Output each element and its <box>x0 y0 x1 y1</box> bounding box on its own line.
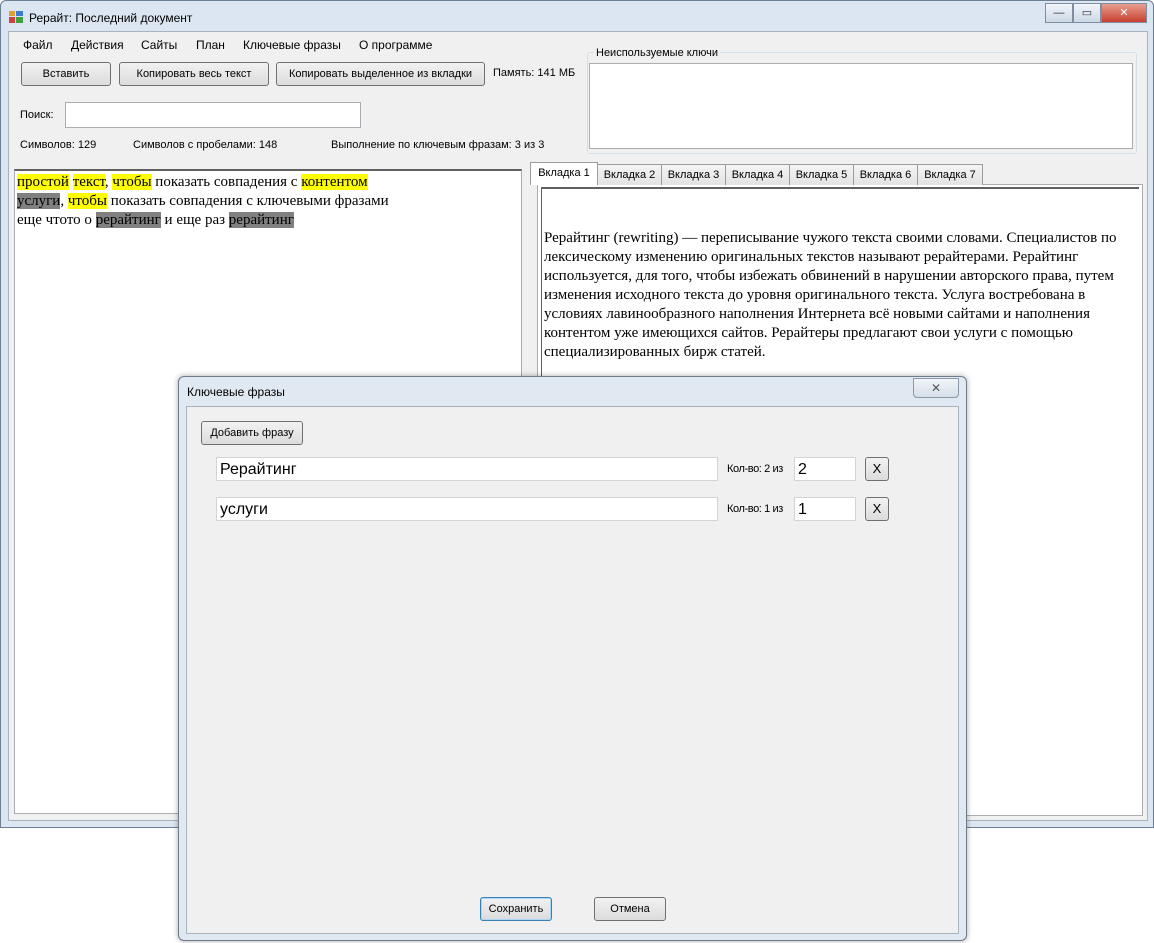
dialog-close-icon[interactable]: ✕ <box>913 378 959 398</box>
tab-6[interactable]: Вкладка 6 <box>853 164 918 185</box>
save-button[interactable]: Сохранить <box>480 897 552 921</box>
unused-keys-label: Неиспользуемые ключи <box>594 47 720 59</box>
dialog-client-area: Добавить фразу Рерайтинг Кол-во: 2 из 2 … <box>186 406 959 934</box>
dialog-title: Ключевые фразы <box>187 385 285 399</box>
highlighted-word: контентом <box>301 174 368 190</box>
text-segment: , <box>60 193 68 209</box>
tab-5[interactable]: Вкладка 5 <box>789 164 854 185</box>
highlighted-word: рерайтинг <box>228 212 294 228</box>
insert-button[interactable]: Вставить <box>21 62 111 86</box>
phrase-target-input[interactable]: 1 <box>794 497 856 521</box>
menu-about[interactable]: О программе <box>359 38 432 52</box>
window-title: Рерайт: Последний документ <box>29 11 193 25</box>
phrase-count-label: Кол-во: 2 из <box>727 463 783 475</box>
remove-phrase-button[interactable]: X <box>865 457 889 481</box>
highlighted-word: чтобы <box>67 193 107 209</box>
chars-with-spaces-count: Символов с пробелами: 148 <box>133 139 278 151</box>
add-phrase-button[interactable]: Добавить фразу <box>201 421 303 445</box>
minimize-icon[interactable]: — <box>1045 3 1073 23</box>
tab-3[interactable]: Вкладка 3 <box>661 164 726 185</box>
tab-7[interactable]: Вкладка 7 <box>917 164 983 185</box>
keyphrase-progress: Выполнение по ключевым фразам: 3 из 3 <box>331 139 545 151</box>
chars-count: Символов: 129 <box>20 139 97 151</box>
window-controls: — ▭ ✕ <box>1045 3 1147 23</box>
highlighted-word: текст <box>72 174 105 190</box>
key-phrases-dialog: Ключевые фразы ✕ Добавить фразу Рерайтин… <box>178 376 967 941</box>
text-segment: еще чтото о <box>17 212 96 228</box>
text-segment: и еще раз <box>160 212 229 228</box>
app-icon <box>9 11 23 23</box>
close-icon[interactable]: ✕ <box>1101 3 1147 23</box>
tab-2[interactable]: Вкладка 2 <box>597 164 662 185</box>
tab-1[interactable]: Вкладка 1 <box>530 162 598 185</box>
highlighted-word: чтобы <box>112 174 152 190</box>
text-segment: показать совпадения с <box>151 174 302 190</box>
cancel-button[interactable]: Отмена <box>594 897 666 921</box>
editor-line: простой текст, чтобы показать совпадения… <box>17 173 519 192</box>
menu-key-phrases[interactable]: Ключевые фразы <box>243 38 341 52</box>
menu-actions[interactable]: Действия <box>71 38 124 52</box>
copy-selected-button[interactable]: Копировать выделенное из вкладки <box>276 62 485 86</box>
phrase-target-input[interactable]: 2 <box>794 457 856 481</box>
tab-text-paragraph: Рерайтинг (rewriting) — переписывание чу… <box>544 230 1121 360</box>
text-segment: показать совпадения с ключевыми фразами <box>106 193 389 209</box>
title-bar[interactable]: Рерайт: Последний документ — ▭ ✕ <box>1 1 1153 31</box>
tab-4[interactable]: Вкладка 4 <box>725 164 790 185</box>
phrase-count-label: Кол-во: 1 из <box>727 503 783 515</box>
copy-all-button[interactable]: Копировать весь текст <box>119 62 269 86</box>
memory-usage: Память: 141 МБ <box>493 67 576 79</box>
unused-keys-box[interactable] <box>589 63 1133 149</box>
menu-file[interactable]: Файл <box>23 38 53 52</box>
phrase-input[interactable]: Рерайтинг <box>216 457 718 481</box>
highlighted-word: рерайтинг <box>95 212 161 228</box>
search-input[interactable] <box>65 102 361 128</box>
phrase-input[interactable]: услуги <box>216 497 718 521</box>
menu-sites[interactable]: Сайты <box>141 38 177 52</box>
remove-phrase-button[interactable]: X <box>865 497 889 521</box>
menu-plan[interactable]: План <box>196 38 225 52</box>
highlighted-word: простой <box>17 174 69 190</box>
maximize-icon[interactable]: ▭ <box>1073 3 1101 23</box>
search-label: Поиск: <box>20 109 54 121</box>
editor-line: услуги, чтобы показать совпадения с ключ… <box>17 192 519 211</box>
editor-line: еще чтото о рерайтинг и еще раз рерайтин… <box>17 211 519 230</box>
highlighted-word: услуги <box>17 193 61 209</box>
